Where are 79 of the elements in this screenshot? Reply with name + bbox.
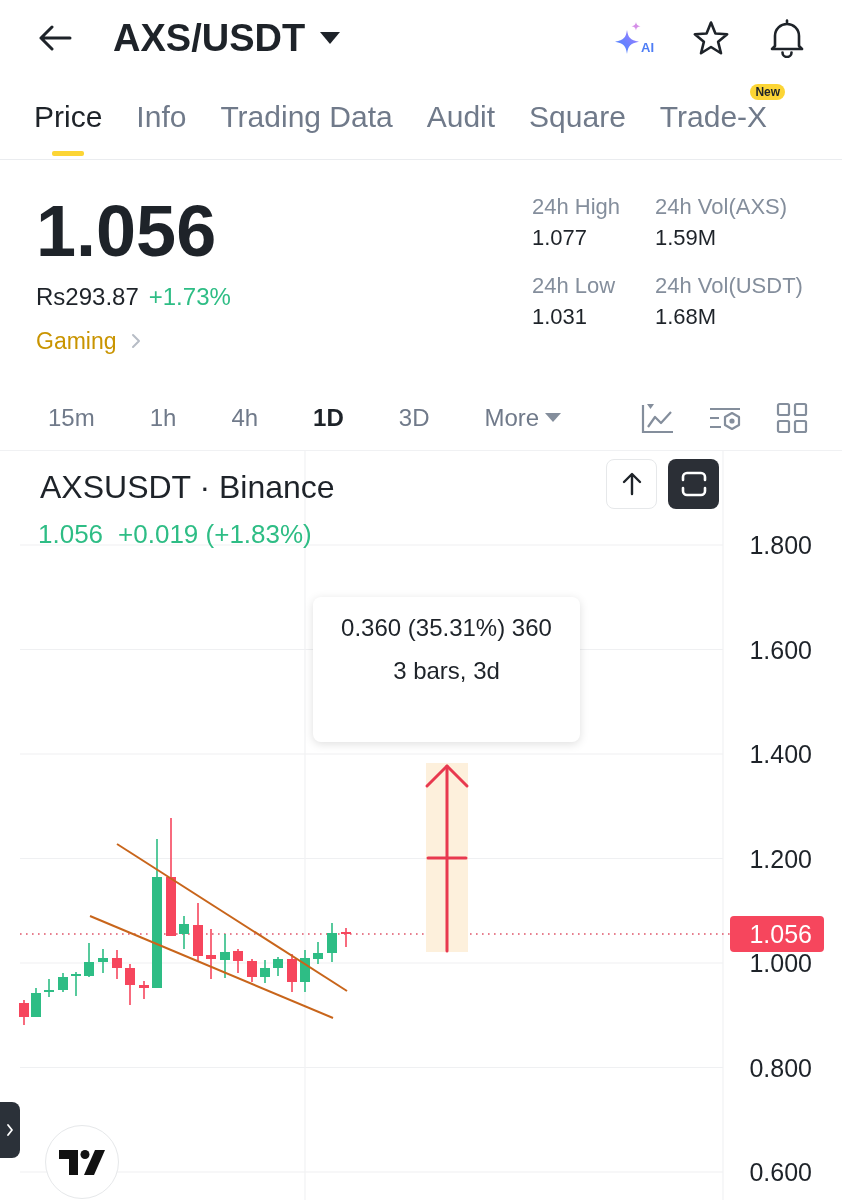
price-axis-label: 1.200 [748, 845, 812, 872]
measure-text: 3 bars, 3d [393, 656, 500, 686]
candle [179, 915, 189, 950]
fullscreen-button[interactable] [668, 459, 719, 509]
candle [220, 933, 230, 979]
tab[interactable]: Audit [426, 100, 496, 134]
candle [139, 980, 149, 1000]
chart-last-price: 1.056 [38, 519, 104, 549]
fullscreen-icon [679, 471, 708, 497]
candle [112, 949, 122, 980]
candle [44, 978, 54, 998]
candle [233, 948, 243, 974]
timeframe-tab[interactable]: 1h [149, 402, 177, 433]
fiat-price: Rs293.87 [36, 282, 139, 312]
tab[interactable]: Square [529, 100, 626, 134]
ai-assistant-button[interactable]: AI [615, 20, 654, 55]
candle [300, 949, 310, 993]
more-dropdown[interactable]: More [484, 402, 562, 433]
tab[interactable]: Trading Data [220, 100, 393, 134]
timeframe-tab[interactable]: 1D [313, 402, 344, 433]
timeframe-tab[interactable]: 4h [231, 402, 259, 433]
candle [260, 959, 270, 984]
stat-value: 1.59M [655, 224, 718, 252]
price-axis-label: 1.600 [748, 636, 812, 663]
candle [273, 956, 283, 977]
stat-value: 1.031 [532, 303, 589, 331]
candle [341, 927, 351, 948]
new-badge: New [750, 84, 786, 100]
chevron-right-icon [6, 1123, 14, 1137]
last-price: 1.056 [36, 195, 217, 267]
tab[interactable]: Trade-X [659, 100, 768, 134]
tab[interactable]: Info [136, 100, 187, 134]
candle [31, 987, 41, 1018]
caret-down-icon [545, 413, 562, 422]
pair-title[interactable]: AXS/USDT [113, 18, 306, 57]
chevron-right-icon [130, 333, 141, 349]
candle [247, 958, 257, 983]
candle [58, 972, 68, 993]
line-chart-icon[interactable] [641, 401, 674, 434]
candle [98, 948, 108, 974]
scroll-to-latest-button[interactable] [606, 459, 657, 509]
logo-icon [59, 1149, 105, 1175]
candle [327, 922, 337, 963]
category-link[interactable]: Gaming [36, 326, 141, 356]
stat-label: 24h High [532, 193, 622, 221]
caret-down-icon[interactable] [320, 31, 341, 44]
candle [19, 999, 29, 1026]
price-axis-label: 1.000 [748, 950, 812, 976]
arrow-up-icon [621, 472, 642, 496]
chart-symbol: AXSUSDT · Binance [40, 468, 335, 507]
stat-label: 24h Vol(AXS) [655, 193, 789, 221]
stat-value: 1.68M [655, 303, 718, 331]
measure-text: 0.360 (35.31%) 360 [341, 613, 552, 643]
price-axis-label: 1.400 [748, 741, 812, 767]
back-icon[interactable] [38, 24, 72, 51]
stat-label: 24h Low [532, 272, 617, 300]
stat-value: 1.077 [532, 224, 589, 252]
candle [313, 941, 323, 965]
price-axis-label: 1.800 [748, 532, 812, 558]
star-icon[interactable] [692, 19, 730, 56]
candle [287, 953, 297, 993]
candle [125, 963, 135, 1006]
tab-indicator [52, 151, 85, 156]
tab[interactable]: Price [34, 100, 103, 134]
chart-change: +0.019 (+1.83%) [118, 519, 312, 549]
candle [71, 971, 81, 997]
current-price-tag: 1.056 [730, 916, 824, 952]
grid-icon[interactable] [776, 401, 808, 434]
candle [206, 928, 216, 980]
timeframe-tab[interactable]: 15m [48, 402, 95, 433]
price-axis-label: 0.600 [748, 1159, 812, 1185]
bell-icon[interactable] [768, 17, 806, 58]
candle [193, 902, 203, 962]
price-change: +1.73% [148, 282, 231, 312]
candle [84, 942, 94, 978]
stat-label: 24h Vol(USDT) [655, 272, 803, 300]
side-panel-handle[interactable] [0, 1102, 20, 1158]
price-axis-label: 0.800 [748, 1054, 812, 1081]
timeframe-tab[interactable]: 3D [398, 402, 430, 433]
